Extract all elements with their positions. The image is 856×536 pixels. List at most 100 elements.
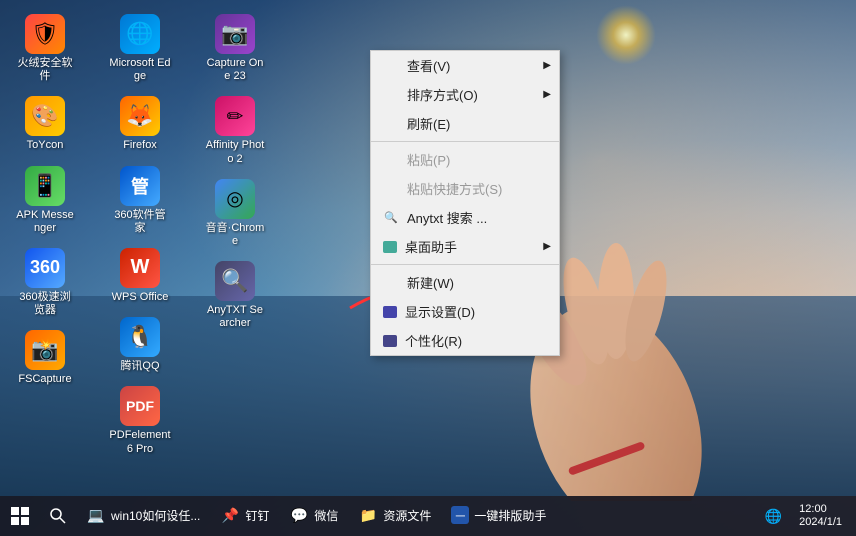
toycon-icon-img: 🎨 <box>25 96 65 136</box>
taskbar-task4[interactable]: 📁 资源文件 <box>348 496 441 536</box>
menu-display-label: 显示设置(D) <box>405 302 475 321</box>
task4-icon: 📁 <box>358 505 378 525</box>
anytxt-icon-img: 🔍 <box>215 261 255 301</box>
time-label: 12:002024/1/1 <box>799 503 842 529</box>
chrome-icon-img: ◎ <box>215 179 255 219</box>
menu-sort-label: 排序方式(O) <box>407 85 478 104</box>
menu-personalize-label: 个性化(R) <box>405 331 462 350</box>
qq-label: 腾讯QQ <box>120 360 159 373</box>
menu-new[interactable]: 新建(W) <box>371 268 559 297</box>
separator-2 <box>371 264 559 265</box>
task1-label: win10如何设任... <box>111 507 200 524</box>
wps-icon-img: W <box>120 248 160 288</box>
qq-icon-img: 🐧 <box>120 317 160 357</box>
pdf-icon-img: PDF <box>120 386 160 426</box>
icon-pdf[interactable]: PDF PDFelement 6 Pro <box>105 382 175 459</box>
icon-fscapture[interactable]: 📸 FSCapture <box>10 326 80 390</box>
start-button[interactable] <box>0 496 40 536</box>
menu-view[interactable]: 查看(V) ▶ <box>371 51 559 80</box>
paste-shortcut-icon <box>383 181 399 197</box>
firework-effect <box>596 5 656 65</box>
windows-icon <box>11 507 29 525</box>
wps-label: WPS Office <box>112 291 169 304</box>
refresh-icon <box>383 116 399 132</box>
chrome-label: 音音·Chrome <box>204 222 266 248</box>
capture-icon-img: 📷 <box>215 14 255 54</box>
icon-360browser[interactable]: 360 360极速浏览器 <box>10 244 80 321</box>
icon-qq[interactable]: 🐧 腾讯QQ <box>105 313 175 377</box>
taskbar: 💻 win10如何设任... 📌 钉钉 💬 微信 📁 资源文件 一 一键排版助手 <box>0 496 856 536</box>
menu-sort[interactable]: 排序方式(O) ▶ <box>371 80 559 109</box>
apk-label: APK Messenger <box>14 209 76 235</box>
taskbar-task5[interactable]: 一 一键排版助手 <box>441 496 556 536</box>
personalize-icon <box>383 335 397 347</box>
separator-1 <box>371 141 559 142</box>
view-arrow: ▶ <box>543 60 551 71</box>
task3-icon: 💬 <box>289 505 309 525</box>
taskbar-time[interactable]: 12:002024/1/1 <box>793 496 848 536</box>
menu-paste-shortcut-label: 粘贴快捷方式(S) <box>407 179 502 198</box>
sort-arrow: ▶ <box>543 89 551 100</box>
sort-icon <box>383 87 399 103</box>
view-icon <box>383 58 399 74</box>
firefox-icon-img: 🦊 <box>120 96 160 136</box>
taskbar-task3[interactable]: 💬 微信 <box>279 496 348 536</box>
menu-display[interactable]: 显示设置(D) <box>371 297 559 326</box>
pdf-label: PDFelement 6 Pro <box>109 429 171 455</box>
task1-icon: 💻 <box>86 505 106 525</box>
360-label: 360软件管家 <box>109 209 171 235</box>
taskbar-network[interactable]: 🌐 <box>759 496 788 536</box>
fscapture-icon-img: 📸 <box>25 330 65 370</box>
icon-apk[interactable]: 📱 APK Messenger <box>10 162 80 239</box>
menu-refresh[interactable]: 刷新(E) <box>371 109 559 138</box>
network-icon: 🌐 <box>765 508 782 525</box>
taskbar-search-button[interactable] <box>40 496 76 536</box>
taskbar-task1[interactable]: 💻 win10如何设任... <box>76 496 210 536</box>
task5-icon: 一 <box>451 506 469 524</box>
taskbar-search-icon <box>50 508 66 524</box>
icon-firefox[interactable]: 🦊 Firefox <box>105 92 175 156</box>
desktop: 🛡 火绒安全软件 🎨 ToYcon 📱 APK Messenger 360 36… <box>0 0 856 536</box>
context-menu: 查看(V) ▶ 排序方式(O) ▶ 刷新(E) 粘贴(P) 粘贴快捷方式(S) … <box>370 50 560 356</box>
menu-paste-shortcut[interactable]: 粘贴快捷方式(S) <box>371 174 559 203</box>
task5-label: 一键排版助手 <box>474 507 546 524</box>
360-icon-img: 管 <box>120 166 160 206</box>
affinity-label: Affinity Photo 2 <box>204 139 266 165</box>
affinity-icon-img: ✏ <box>215 96 255 136</box>
anytxt-menu-icon: 🔍 <box>383 210 399 226</box>
menu-anytxt[interactable]: 🔍 Anytxt 搜索 ... <box>371 203 559 232</box>
icon-affinity[interactable]: ✏ Affinity Photo 2 <box>200 92 270 169</box>
menu-paste[interactable]: 粘贴(P) <box>371 145 559 174</box>
menu-desktop-helper[interactable]: 桌面助手 ▶ <box>371 232 559 261</box>
icon-360[interactable]: 管 360软件管家 <box>105 162 175 239</box>
task2-icon: 📌 <box>220 505 240 525</box>
taskbar-right: 🌐 12:002024/1/1 <box>751 496 856 536</box>
taskbar-task2[interactable]: 📌 钉钉 <box>210 496 279 536</box>
menu-anytxt-label: Anytxt 搜索 ... <box>407 208 487 227</box>
menu-view-label: 查看(V) <box>407 56 450 75</box>
task2-label: 钉钉 <box>245 507 269 524</box>
task3-label: 微信 <box>314 507 338 524</box>
desktop-helper-icon <box>383 241 397 253</box>
new-icon <box>383 275 399 291</box>
icon-toycon[interactable]: 🎨 ToYcon <box>10 92 80 156</box>
360browser-label: 360极速浏览器 <box>14 291 76 317</box>
360browser-icon-img: 360 <box>25 248 65 288</box>
huoji-label: 火绒安全软件 <box>14 57 76 83</box>
menu-personalize[interactable]: 个性化(R) <box>371 326 559 355</box>
icon-huoji[interactable]: 🛡 火绒安全软件 <box>10 10 80 87</box>
apk-icon-img: 📱 <box>25 166 65 206</box>
anytxt-label: AnyTXT Searcher <box>204 304 266 330</box>
taskbar-items: 💻 win10如何设任... 📌 钉钉 💬 微信 📁 资源文件 一 一键排版助手 <box>76 496 751 536</box>
toycon-label: ToYcon <box>27 139 64 152</box>
icon-edge[interactable]: 🌐 Microsoft Edge <box>105 10 175 87</box>
display-icon <box>383 306 397 318</box>
icon-capture[interactable]: 📷 Capture One 23 <box>200 10 270 87</box>
firefox-label: Firefox <box>123 139 157 152</box>
menu-refresh-label: 刷新(E) <box>407 114 450 133</box>
icon-wps[interactable]: W WPS Office <box>105 244 175 308</box>
huoji-icon-img: 🛡 <box>25 14 65 54</box>
icon-anytxt[interactable]: 🔍 AnyTXT Searcher <box>200 257 270 334</box>
icon-chrome[interactable]: ◎ 音音·Chrome <box>200 175 270 252</box>
task4-label: 资源文件 <box>383 507 431 524</box>
